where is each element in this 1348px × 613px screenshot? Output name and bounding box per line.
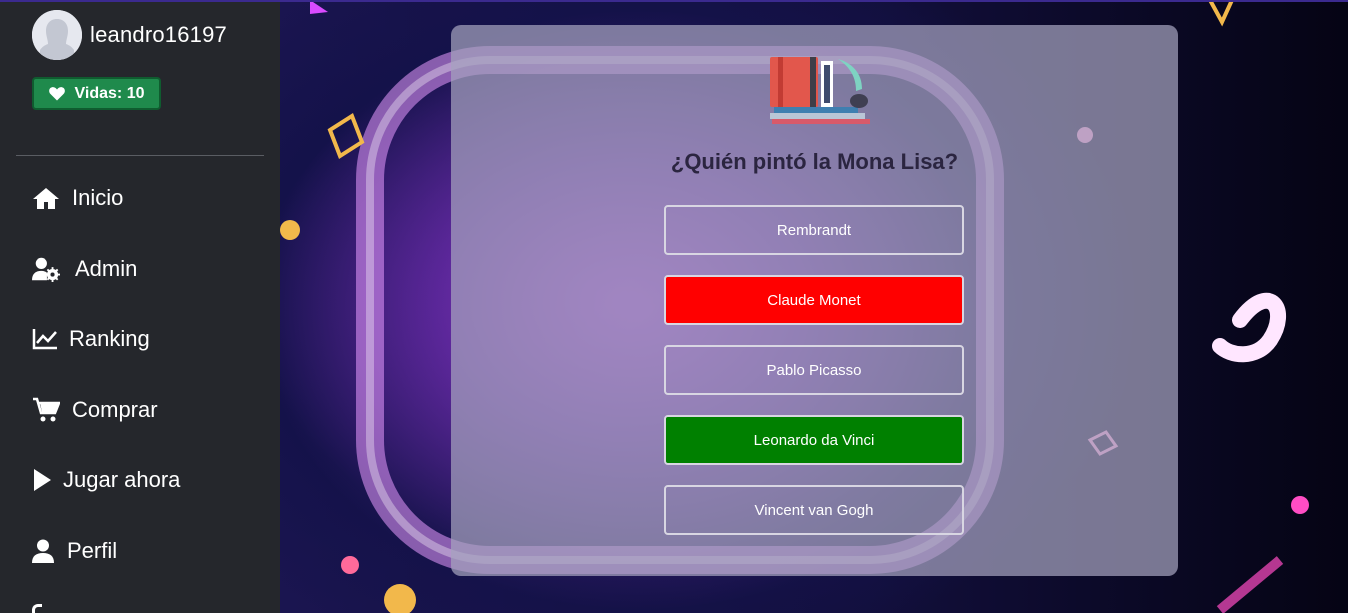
home-icon bbox=[32, 184, 60, 212]
quiz-card: ¿Quién pintó la Mona Lisa? Rembrandt Cla… bbox=[451, 25, 1178, 576]
username: leandro16197 bbox=[90, 22, 227, 47]
sidebar-item-label: Inicio bbox=[72, 185, 124, 210]
top-accent-line bbox=[0, 0, 1348, 2]
sidebar-item-ranking[interactable]: Ranking bbox=[32, 319, 150, 359]
answer-button-leonardo-da-vinci[interactable]: Leonardo da Vinci bbox=[664, 415, 964, 465]
answer-button-claude-monet[interactable]: Claude Monet bbox=[664, 275, 964, 325]
books-icon bbox=[770, 57, 870, 124]
sidebar-item-jugar-ahora[interactable]: Jugar ahora bbox=[32, 460, 180, 500]
lives-badge[interactable]: Vidas: 10 bbox=[32, 77, 161, 110]
sidebar: leandro16197 Vidas: 10 Inicio Admin Rank… bbox=[0, 0, 280, 613]
sidebar-item-label: Jugar ahora bbox=[63, 467, 181, 492]
answer-button-pablo-picasso[interactable]: Pablo Picasso bbox=[664, 345, 964, 395]
sidebar-item-label: Ranking bbox=[69, 326, 150, 351]
avatar-placeholder-icon bbox=[32, 10, 82, 60]
cart-icon bbox=[32, 396, 60, 424]
user-profile-header[interactable]: leandro16197 bbox=[32, 10, 227, 60]
sidebar-item-inicio[interactable]: Inicio bbox=[32, 178, 123, 218]
play-icon bbox=[32, 466, 52, 494]
avatar[interactable] bbox=[32, 10, 82, 60]
sidebar-item-perfil[interactable]: Perfil bbox=[32, 531, 117, 571]
question-text: ¿Quién pintó la Mona Lisa? bbox=[670, 149, 959, 174]
answer-button-rembrandt[interactable]: Rembrandt bbox=[664, 205, 964, 255]
lives-label: Vidas: 10 bbox=[74, 84, 145, 102]
sidebar-divider bbox=[16, 155, 264, 156]
user-gear-icon bbox=[32, 255, 60, 283]
user-icon bbox=[32, 537, 54, 565]
answer-button-vincent-van-gogh[interactable]: Vincent van Gogh bbox=[664, 485, 964, 535]
chart-line-icon bbox=[32, 325, 58, 353]
sidebar-item-admin[interactable]: Admin bbox=[32, 249, 137, 289]
sidebar-item-label: Comprar bbox=[72, 397, 158, 422]
partial-nav-icon bbox=[32, 604, 42, 613]
sidebar-item-label: Perfil bbox=[67, 538, 118, 563]
heart-icon bbox=[48, 86, 65, 100]
sidebar-item-comprar[interactable]: Comprar bbox=[32, 390, 158, 430]
sidebar-item-label: Admin bbox=[75, 256, 138, 281]
